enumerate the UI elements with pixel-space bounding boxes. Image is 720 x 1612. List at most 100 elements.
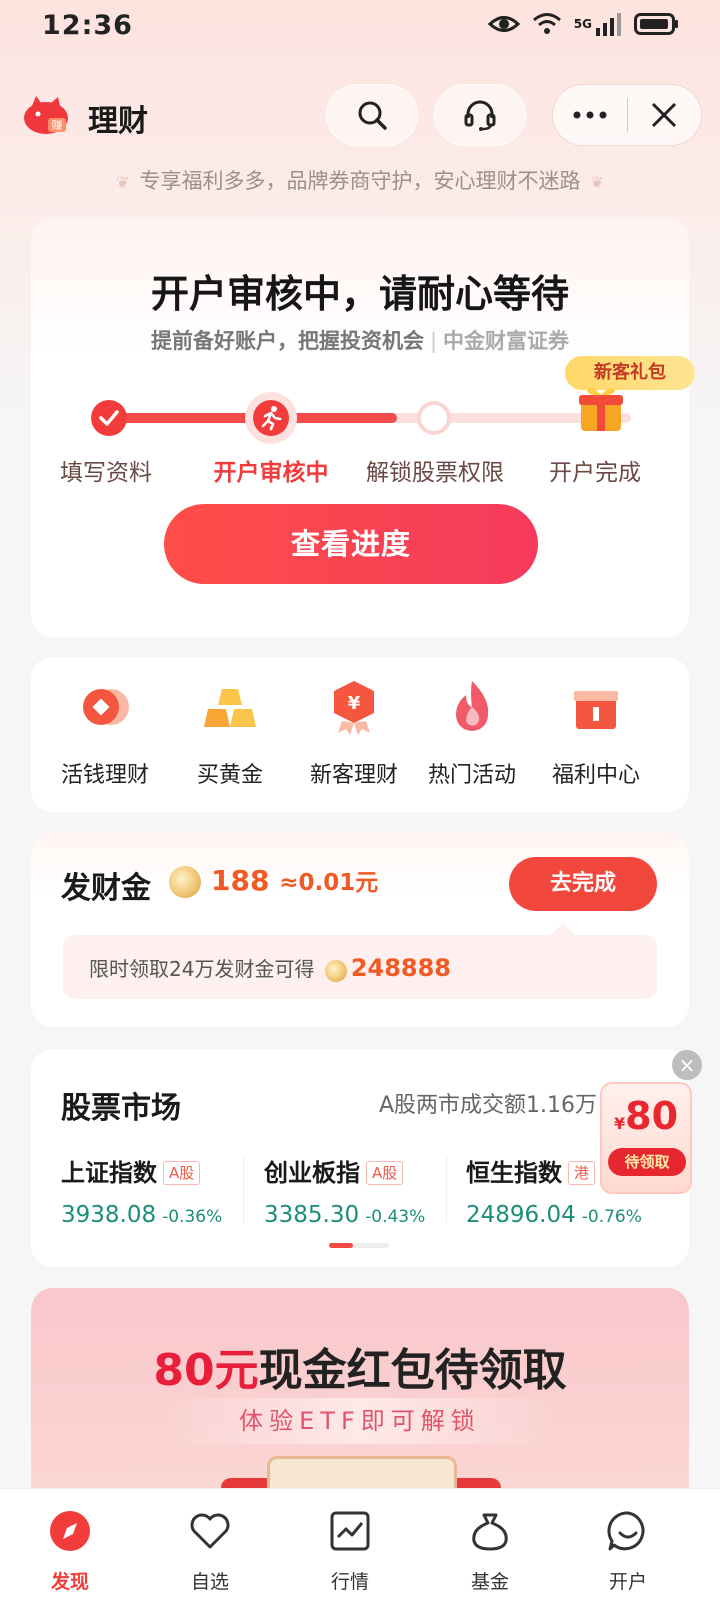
yuan-badge-icon: ¥ [334, 681, 374, 735]
floating-close-icon[interactable]: × [672, 1050, 702, 1080]
stock-market-card: 股票市场 A股两市成交额1.16万 上证指数 A股 3938.08 -0.36% 创… [31, 1049, 689, 1267]
smile-chat-icon [607, 1511, 645, 1551]
compass-icon [50, 1511, 90, 1551]
quick-entry-new-user-finance[interactable]: ¥ 新客理财 [289, 677, 419, 789]
close-button[interactable] [628, 84, 702, 146]
bonus-amount-value: 188 [211, 864, 270, 897]
tab-label: 自选 [190, 1571, 229, 1593]
index-change: -0.43% [365, 1207, 426, 1227]
promo-banner[interactable]: 80元现金红包待领取 体验ETF即可解锁 [31, 1288, 689, 1488]
account-status-card: 开户审核中，请耐心等待 提前备好账户，把握投资机会 | 中金财富证券 新客礼包 填写… [31, 217, 695, 637]
tab-label: 开户 [608, 1571, 647, 1593]
tab-open-account[interactable]: 开户 [578, 1509, 678, 1594]
broker-name: 中金财富证券 [443, 329, 570, 353]
network-label: 5G [573, 17, 592, 31]
chart-icon [330, 1511, 370, 1551]
page-title: 理财 [88, 104, 148, 139]
tab-label: 行情 [330, 1571, 369, 1593]
red-packet-amount: ¥80 [600, 1094, 692, 1138]
index-name: 创业板指 [264, 1159, 360, 1187]
mini-app-capsule [552, 84, 702, 146]
quick-entry-welfare-center[interactable]: 福利中心 [531, 677, 661, 789]
quick-entry-label: 活钱理财 [60, 763, 149, 788]
bonus-amount: 188 ≈0.01元 [169, 863, 378, 898]
step-pending-dot [417, 401, 451, 435]
step-active-dot [253, 400, 289, 436]
quick-entry-label: 热门活动 [427, 763, 516, 788]
step-label: 填写资料 [60, 460, 152, 486]
index-card-chinext[interactable]: 创业板指 A股 3385.30 -0.43% [264, 1153, 454, 1228]
banner-subtitle: 体验ETF即可解锁 [161, 1398, 559, 1444]
more-button[interactable] [553, 84, 627, 146]
bonus-title: 发财金 [61, 871, 151, 906]
heart-icon [190, 1513, 230, 1549]
step-label-active: 开户审核中 [213, 460, 329, 486]
signal-icon [596, 13, 621, 36]
banner-headline: 80元现金红包待领取 [31, 1334, 689, 1398]
red-packet-claim-label: 待领取 [608, 1148, 686, 1176]
svg-text:赚: 赚 [52, 118, 63, 132]
quick-entry-label: 买黄金 [196, 763, 263, 788]
headset-icon [464, 100, 496, 131]
carousel-indicator [329, 1243, 389, 1248]
customer-service-button[interactable] [434, 84, 526, 146]
banner-highlight: 80元 [153, 1345, 259, 1396]
coin-stack-icon [83, 689, 129, 725]
more-dots-icon [573, 111, 607, 119]
index-change: -0.76% [581, 1207, 642, 1227]
step-done-dot [91, 400, 127, 436]
carousel-indicator-active [329, 1243, 353, 1248]
laurel-right-icon: ❦ [590, 173, 604, 192]
tab-fund[interactable]: 基金 [440, 1509, 540, 1594]
tab-discover[interactable]: 发现 [20, 1509, 120, 1594]
wifi-icon [532, 13, 561, 34]
red-packet-currency: ¥ [613, 1114, 626, 1133]
index-name: 恒生指数 [466, 1159, 562, 1187]
subtitle-text: 提前备好账户，把握投资机会 [150, 329, 424, 353]
index-change: -0.36% [162, 1207, 223, 1227]
bonus-hint-text: 限时领取24万发财金可得 [89, 957, 315, 981]
check-icon [99, 410, 119, 426]
status-icons: 5G [487, 12, 680, 36]
battery-icon [634, 13, 678, 35]
running-person-icon [261, 406, 282, 431]
index-value: 24896.04 [466, 1202, 576, 1228]
status-bar: 12:36 5G [0, 0, 720, 54]
tab-label: 发现 [50, 1571, 89, 1593]
slogan-text: 专享福利多多，品牌券商守护，安心理财不迷路 [139, 169, 581, 193]
slogan: ❦ 专享福利多多，品牌券商守护，安心理财不迷路 ❦ [0, 165, 720, 195]
view-progress-button[interactable]: 查看进度 [164, 504, 538, 584]
quick-entry-label: 福利中心 [551, 763, 640, 788]
tab-market[interactable]: 行情 [300, 1509, 400, 1594]
index-divider [446, 1157, 447, 1223]
status-time: 12:36 [42, 10, 133, 41]
search-button[interactable] [326, 84, 418, 146]
step-label: 开户完成 [549, 460, 641, 486]
market-tag: 港 [568, 1161, 596, 1185]
quick-entry-hot-activities[interactable]: 热门活动 [407, 677, 537, 789]
go-complete-button[interactable]: 去完成 [509, 857, 657, 911]
banner-headline-text: 现金红包待领取 [258, 1345, 567, 1396]
index-divider [243, 1157, 244, 1223]
index-value: 3938.08 [61, 1202, 157, 1228]
index-card-sse[interactable]: 上证指数 A股 3938.08 -0.36% [61, 1153, 251, 1228]
piggy-logo-icon: 赚 [24, 96, 68, 134]
gold-coin-icon [169, 866, 201, 898]
market-turnover: A股两市成交额1.16万 [379, 1093, 598, 1118]
gift-box-icon [574, 691, 618, 729]
quick-entry-buy-gold[interactable]: 买黄金 [165, 677, 295, 789]
tab-watchlist[interactable]: 自选 [160, 1509, 260, 1594]
eye-icon [487, 16, 520, 32]
gold-bars-icon [204, 689, 256, 727]
top-nav: 赚 理财 [0, 84, 720, 146]
step-label: 解锁股票权限 [366, 460, 504, 486]
bottom-tab-bar: 发现 自选 行情 基金 开户 [0, 1488, 720, 1612]
search-icon [358, 101, 387, 130]
floating-red-packet[interactable]: × ¥80 待领取 [600, 1050, 702, 1194]
quick-entry-flexible-savings[interactable]: 活钱理财 [40, 677, 170, 789]
banner-ticket [267, 1456, 457, 1488]
account-subtitle: 提前备好账户，把握投资机会 | 中金财富证券 [31, 325, 689, 355]
gold-coin-icon [324, 959, 347, 982]
progress-track [111, 413, 631, 423]
bonus-hint-amount: 248888 [350, 954, 452, 982]
